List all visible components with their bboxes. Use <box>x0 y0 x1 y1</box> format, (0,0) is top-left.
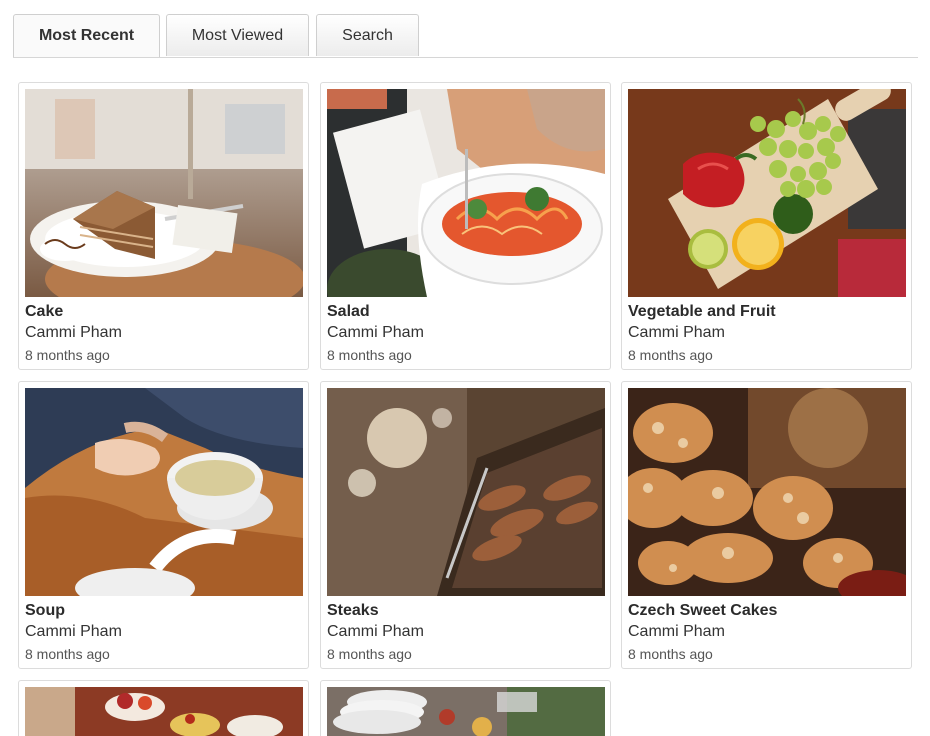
gallery-card[interactable]: Vegetable and Fruit Cammi Pham 8 months … <box>621 82 912 370</box>
card-timestamp: 8 months ago <box>25 646 110 662</box>
card-author[interactable]: Cammi Pham <box>25 324 122 342</box>
card-timestamp: 8 months ago <box>327 347 412 363</box>
buffet-photo <box>25 687 303 736</box>
tab-search[interactable]: Search <box>316 14 419 56</box>
card-title: Cake <box>25 303 64 320</box>
gallery-card[interactable]: Cake Cammi Pham 8 months ago <box>18 82 309 370</box>
gallery-card[interactable]: Soup Cammi Pham 8 months ago <box>18 381 309 669</box>
gallery-card[interactable]: Salad Cammi Pham 8 months ago <box>320 82 611 370</box>
card-timestamp: 8 months ago <box>628 646 713 662</box>
gallery-card[interactable]: Steaks Cammi Pham 8 months ago <box>320 381 611 669</box>
card-title: Soup <box>25 602 65 619</box>
card-title: Steaks <box>327 602 379 619</box>
card-author[interactable]: Cammi Pham <box>628 623 725 641</box>
card-author[interactable]: Cammi Pham <box>628 324 725 342</box>
gallery-page: Most Recent Most Viewed Search Cake Camm… <box>0 0 930 736</box>
tab-most-recent[interactable]: Most Recent <box>13 14 160 57</box>
vegetable-fruit-photo <box>628 89 906 297</box>
card-title: Vegetable and Fruit <box>628 303 776 320</box>
steaks-photo <box>327 388 605 596</box>
tab-most-viewed[interactable]: Most Viewed <box>166 14 309 56</box>
plates-photo <box>327 687 605 736</box>
gallery-card[interactable]: Czech Sweet Cakes Cammi Pham 8 months ag… <box>621 381 912 669</box>
card-author[interactable]: Cammi Pham <box>327 623 424 641</box>
gallery-card[interactable] <box>320 680 611 736</box>
sweet-cakes-photo <box>628 388 906 596</box>
card-timestamp: 8 months ago <box>327 646 412 662</box>
card-author[interactable]: Cammi Pham <box>327 324 424 342</box>
card-timestamp: 8 months ago <box>25 347 110 363</box>
card-timestamp: 8 months ago <box>628 347 713 363</box>
gallery-card[interactable] <box>18 680 309 736</box>
cake-photo <box>25 89 303 297</box>
card-title: Salad <box>327 303 370 320</box>
card-title: Czech Sweet Cakes <box>628 602 778 619</box>
tab-bar: Most Recent Most Viewed Search <box>13 14 918 58</box>
soup-photo <box>25 388 303 596</box>
card-author[interactable]: Cammi Pham <box>25 623 122 641</box>
salad-photo <box>327 89 605 297</box>
